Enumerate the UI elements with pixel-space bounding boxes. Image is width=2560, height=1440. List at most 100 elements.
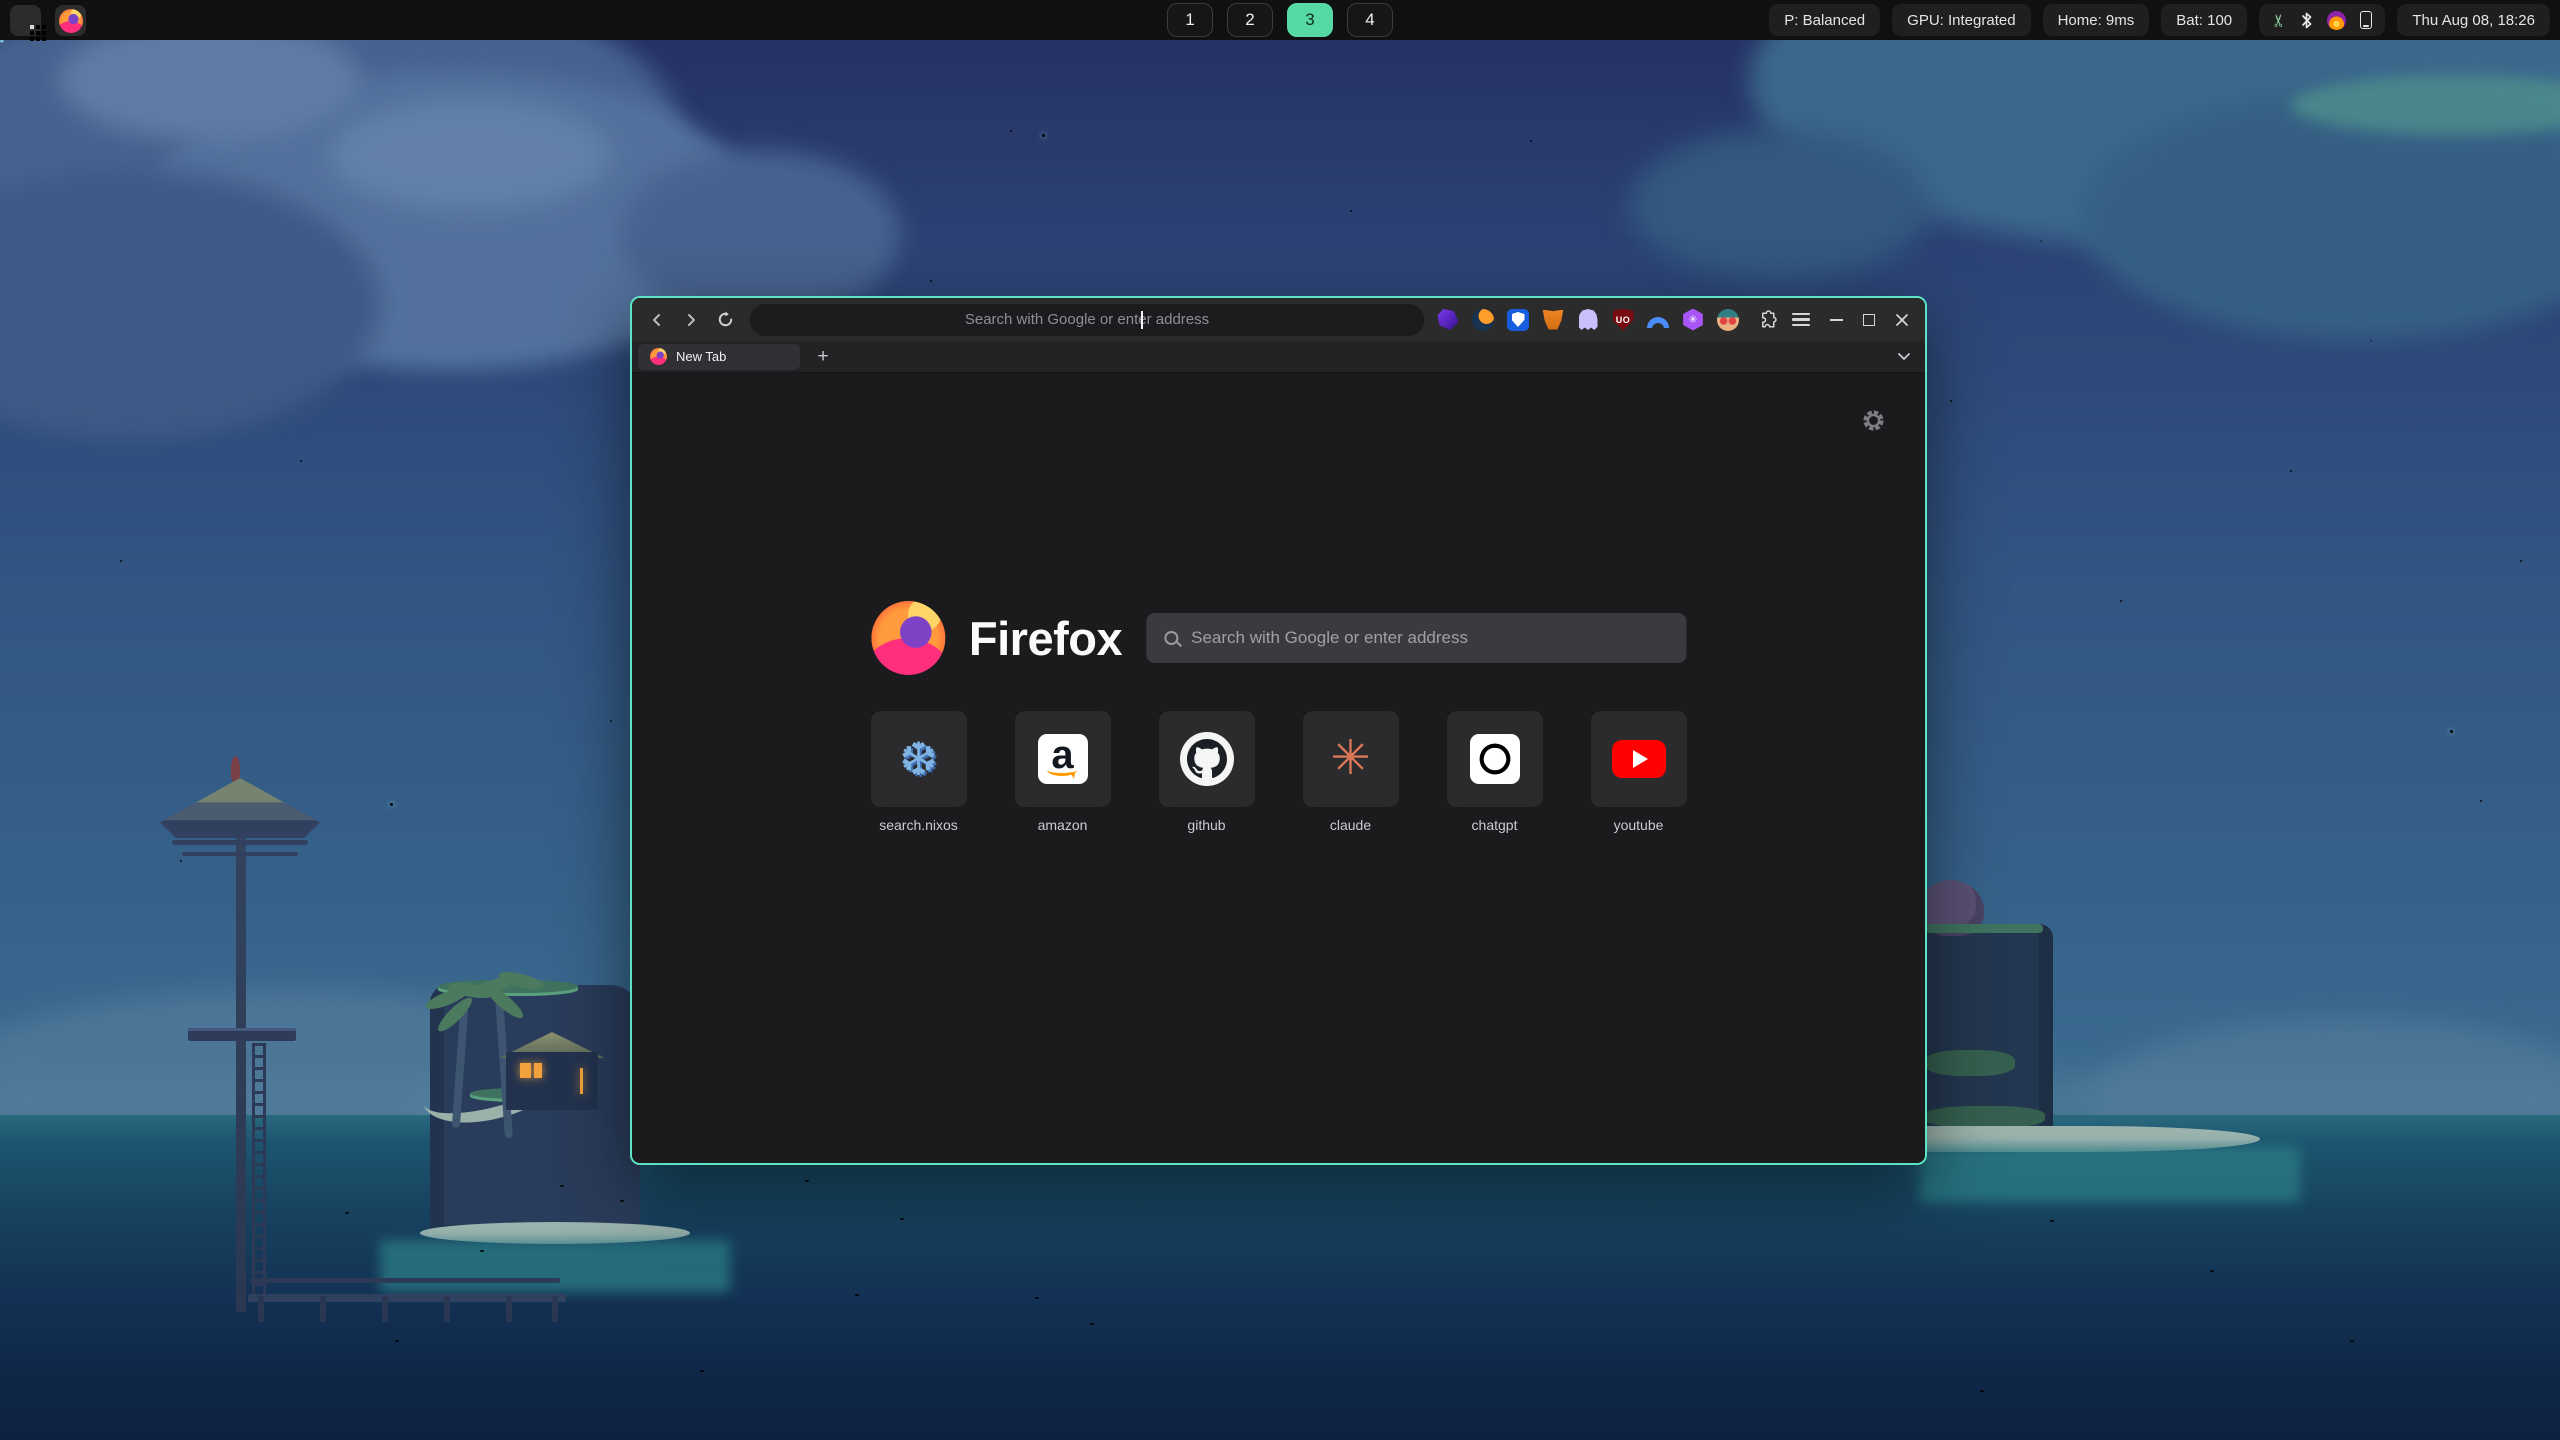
youtube-play-icon <box>1612 740 1666 778</box>
pier-post <box>320 1296 326 1322</box>
tab-new-tab[interactable]: New Tab <box>638 344 800 370</box>
extension-avatar-button[interactable] <box>1716 308 1740 332</box>
new-tab-button[interactable]: + <box>810 344 836 370</box>
pier-post <box>552 1296 558 1322</box>
shortcut-youtube[interactable]: youtube <box>1591 711 1687 833</box>
cloud <box>1630 130 1930 280</box>
tower-pole <box>236 800 246 1312</box>
back-button[interactable] <box>642 305 672 335</box>
cliff-vegetation <box>1925 1106 2045 1128</box>
firefox-logo <box>871 601 945 675</box>
shallow-water <box>1920 1146 2300 1202</box>
tab-favicon-firefox <box>650 348 667 365</box>
new-tab-page: Firefox Search with Google or enter addr… <box>632 373 1925 1163</box>
hut-lit-window <box>534 1063 542 1078</box>
cloud <box>620 150 900 320</box>
reload-icon <box>717 311 734 328</box>
flame-badge-icon[interactable] <box>2327 11 2346 30</box>
browser-toolbar: Search with Google or enter address UO ✳ <box>632 298 1925 341</box>
tower-platform <box>188 1028 296 1041</box>
tower-ladder <box>252 1043 266 1295</box>
hut <box>506 1052 598 1110</box>
battery-status: Bat: 100 <box>2161 4 2247 36</box>
pier-post <box>382 1296 388 1322</box>
pier-railing <box>250 1278 560 1283</box>
extensions-menu-button[interactable] <box>1752 305 1782 335</box>
shortcut-search-nixos[interactable]: ❆ search.nixos <box>871 711 967 833</box>
bitwarden-icon <box>1507 309 1529 331</box>
shortcut-label: amazon <box>1038 817 1088 833</box>
shortcut-amazon[interactable]: a amazon <box>1015 711 1111 833</box>
shortcut-github[interactable]: github <box>1159 711 1255 833</box>
newtab-search-placeholder: Search with Google or enter address <box>1191 628 1468 648</box>
newtab-hero: Firefox Search with Google or enter addr… <box>871 601 1686 675</box>
shortcut-label: chatgpt <box>1472 817 1518 833</box>
workspace-1[interactable]: 1 <box>1167 3 1213 37</box>
water-sparkles <box>0 40 4 42</box>
hamburger-menu-icon <box>1792 313 1810 327</box>
extension-dark-reader-button[interactable] <box>1471 308 1495 332</box>
forward-icon <box>683 312 699 328</box>
phone-icon[interactable] <box>2360 11 2372 29</box>
window-controls <box>1830 313 1909 327</box>
extension-vpn-button[interactable] <box>1646 308 1670 332</box>
tower-roof <box>160 778 320 838</box>
shortcut-tiles: ❆ search.nixos a amazon github ✳ claude <box>871 711 1687 833</box>
workspace-4[interactable]: 4 <box>1347 3 1393 37</box>
tab-strip: New Tab + <box>632 341 1925 373</box>
cliff-vegetation <box>1925 1050 2015 1076</box>
amazon-icon: a <box>1038 734 1088 784</box>
cloud <box>330 100 610 210</box>
chevron-down-icon <box>1897 352 1911 361</box>
minimize-button[interactable] <box>1830 319 1843 321</box>
nixos-snowflake-icon: ❆ <box>899 736 938 782</box>
claude-starburst-icon: ✳ <box>1330 735 1370 783</box>
shortcut-label: search.nixos <box>879 817 958 833</box>
firefox-launcher-button[interactable] <box>55 5 86 36</box>
system-top-bar: 1 2 3 4 P: Balanced GPU: Integrated Home… <box>0 0 2560 40</box>
maximize-button[interactable] <box>1863 314 1875 326</box>
tower-roof-rib <box>172 840 308 845</box>
pier-post <box>506 1296 512 1322</box>
extension-metamask-button[interactable] <box>1541 308 1565 332</box>
metamask-fox-icon <box>1542 310 1564 330</box>
extension-hexagon-button[interactable]: ✳ <box>1681 308 1705 332</box>
extension-ghostery-button[interactable] <box>1576 308 1600 332</box>
personalize-settings-button[interactable] <box>1862 409 1885 437</box>
hut-lit-door <box>580 1068 583 1094</box>
address-bar[interactable]: Search with Google or enter address <box>750 304 1424 336</box>
workspace-2[interactable]: 2 <box>1227 3 1273 37</box>
shortcut-chatgpt[interactable]: chatgpt <box>1447 711 1543 833</box>
shortcut-label: github <box>1187 817 1225 833</box>
forward-button[interactable] <box>676 305 706 335</box>
pier-post <box>258 1296 264 1322</box>
right-cliff <box>1925 924 2053 1134</box>
bluetooth-icon[interactable] <box>2300 11 2313 30</box>
close-button[interactable] <box>1895 313 1909 327</box>
back-icon <box>649 312 665 328</box>
tower-finial <box>231 756 240 782</box>
shortcut-claude[interactable]: ✳ claude <box>1303 711 1399 833</box>
scissors-icon[interactable]: ✂ <box>2271 13 2288 27</box>
firefox-wordmark: Firefox <box>969 611 1122 666</box>
reload-button[interactable] <box>710 305 740 335</box>
app-menu-button[interactable] <box>1786 305 1816 335</box>
purple-hexagon-icon: ✳ <box>1682 309 1704 331</box>
app-grid-icon <box>30 25 34 29</box>
puzzle-piece-icon <box>1756 309 1778 331</box>
workspace-3-active[interactable]: 3 <box>1287 3 1333 37</box>
extension-bitwarden-button[interactable] <box>1506 308 1530 332</box>
newtab-search-input[interactable]: Search with Google or enter address <box>1146 613 1686 663</box>
extension-purple-gem-button[interactable] <box>1436 308 1460 332</box>
tower-roof-rib <box>182 852 298 856</box>
shallow-water <box>380 1240 730 1292</box>
list-all-tabs-button[interactable] <box>1897 352 1911 361</box>
shortcut-label: youtube <box>1614 817 1664 833</box>
ublock-shield-icon: UO <box>1613 309 1634 331</box>
app-launcher-button[interactable] <box>10 5 41 36</box>
github-octocat-icon <box>1180 732 1234 786</box>
extension-ublock-button[interactable]: UO <box>1611 308 1635 332</box>
power-profile-status: P: Balanced <box>1769 4 1880 36</box>
dark-reader-icon <box>1472 309 1494 331</box>
openai-knot-icon <box>1470 734 1520 784</box>
